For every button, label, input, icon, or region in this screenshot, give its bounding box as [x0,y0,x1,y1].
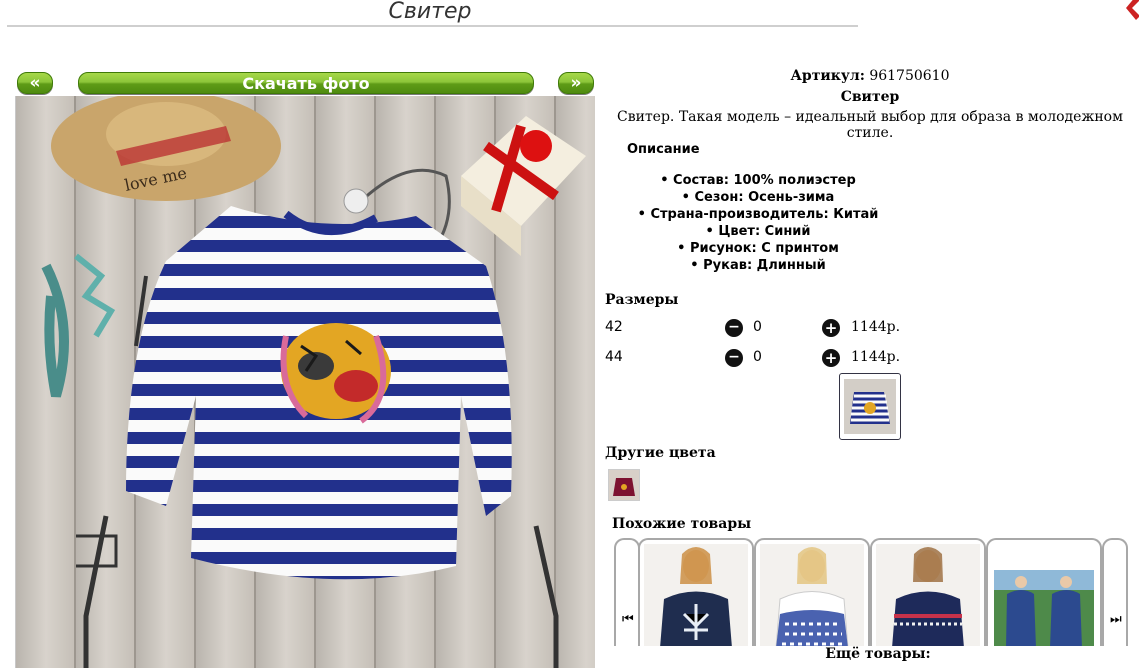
carousel-next-button[interactable]: ⏭ [1102,538,1128,652]
article-number: 961750610 [869,68,950,84]
other-colors-heading: Другие цвета [605,445,716,461]
size-label: 44 [605,349,623,365]
spec-item: • Рисунок: С принтом [677,241,839,256]
spec-item: • Состав: 100% полиэстер [660,173,856,188]
size-label: 42 [605,319,623,335]
similar-product-card[interactable] [638,538,754,652]
skip-back-icon: ⏮ [622,612,634,627]
skip-forward-icon: ⏭ [1110,612,1122,627]
similar-product-card[interactable] [986,538,1102,652]
more-products-label: Ещё товары: [605,646,1139,662]
sizes-heading: Размеры [605,292,679,308]
size-price: 1144р. [851,349,901,365]
carousel-prev-button[interactable]: ⏮ [614,538,640,652]
increase-quantity-button[interactable]: + [822,349,840,367]
decrease-quantity-button[interactable]: − [725,349,743,367]
product-photo: love me [15,96,595,668]
spec-item: • Цвет: Синий [705,224,811,239]
article-line: Артикул: 961750610 [605,68,1135,84]
selected-photo-thumbnail[interactable] [839,373,901,440]
similar-products-heading: Похожие товары [612,516,752,532]
similar-product-card[interactable] [870,538,986,652]
quantity-value: 0 [753,349,762,365]
size-price: 1144р. [851,319,901,335]
similar-product-card[interactable] [754,538,870,652]
spec-list: • Состав: 100% полиэстер • Сезон: Осень-… [605,172,911,274]
other-color-thumbnail[interactable] [608,469,640,501]
spec-item: • Страна-производитель: Китай [637,207,879,222]
title-divider [7,25,858,27]
page-title: Свитер [388,0,472,24]
product-tagline: Свитер. Такая модель – идеальный выбор д… [617,109,1123,141]
product-name: Свитер [840,89,900,105]
increase-quantity-button[interactable]: + [822,319,840,337]
article-label: Артикул: [790,68,865,84]
close-icon[interactable] [1126,0,1139,24]
size-row: 44 − 0 + 1144р. [605,349,925,369]
next-photo-button[interactable]: » [558,72,594,94]
spec-item: • Рукав: Длинный [690,258,826,273]
spec-item: • Сезон: Осень-зима [681,190,835,205]
decrease-quantity-button[interactable]: − [725,319,743,337]
download-photo-button[interactable]: Скачать фото [78,72,534,94]
size-row: 42 − 0 + 1144р. [605,319,925,339]
quantity-value: 0 [753,319,762,335]
previous-photo-button[interactable]: « [17,72,53,94]
description-heading: Описание [627,142,700,157]
